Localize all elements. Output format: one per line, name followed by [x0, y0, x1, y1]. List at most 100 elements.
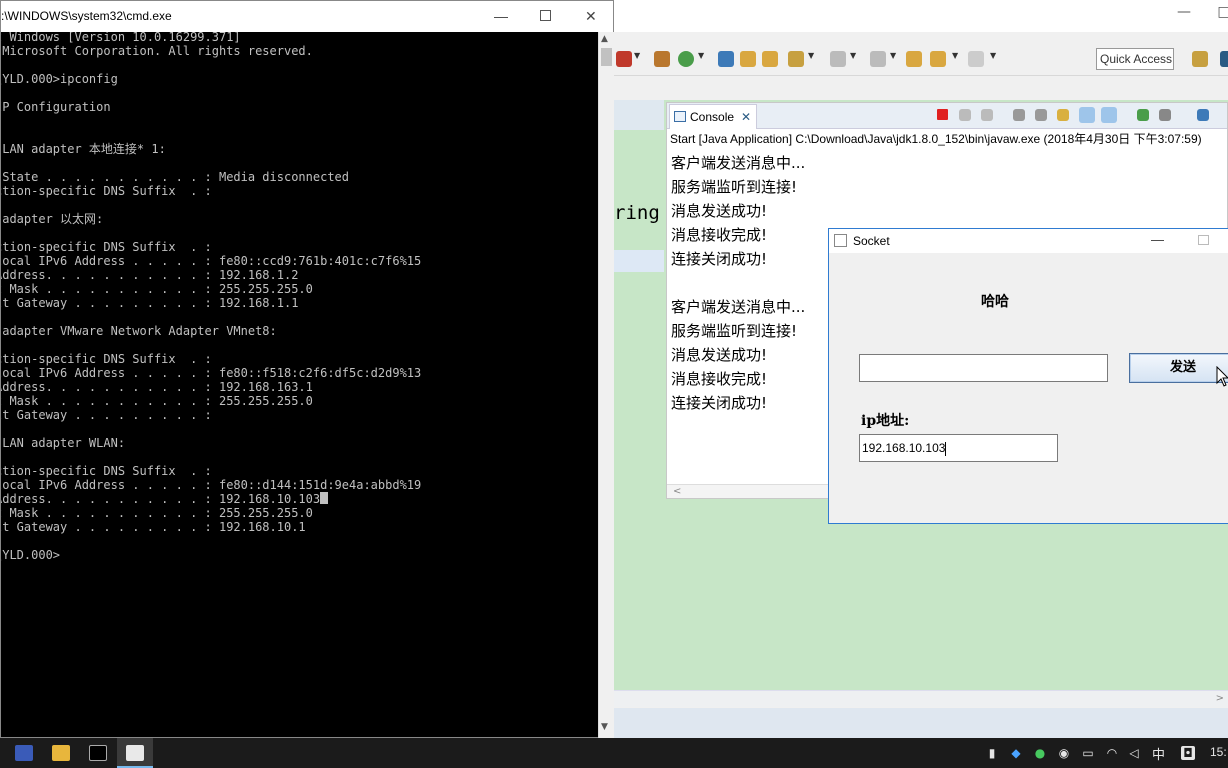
taskbar-java-app[interactable]: [117, 738, 153, 768]
java-perspective-icon[interactable]: [1220, 51, 1228, 67]
chevron-down-icon[interactable]: ▼: [634, 51, 640, 60]
cmd-output-line: adapter VMware Network Adapter VMnet8:: [1, 324, 277, 338]
shield-icon[interactable]: ◆: [1009, 746, 1023, 760]
taskbar-clock[interactable]: 15:: [1210, 745, 1227, 759]
open-console-icon[interactable]: [1197, 109, 1209, 121]
scroll-up-icon[interactable]: ▲: [601, 34, 608, 44]
open-folder-icon[interactable]: [762, 51, 778, 67]
cmd-console-area[interactable]: t Windows [Version 10.0.16299.371] Micro…: [1, 32, 598, 738]
scroll-thumb[interactable]: [601, 48, 612, 66]
console-output-line: 客户端发送消息中...: [671, 298, 806, 316]
cmd-output-line: adapter 以太网:: [1, 212, 104, 226]
forward-arrow-icon[interactable]: [968, 51, 984, 67]
cmd-output-line: \YLD.000>ipconfig: [1, 72, 118, 86]
cmd-vertical-scrollbar[interactable]: ▲ ▼: [598, 32, 614, 738]
quick-access-input[interactable]: Quick Access: [1096, 48, 1174, 70]
chevron-down-icon[interactable]: ▼: [850, 51, 856, 60]
last-edit-icon[interactable]: [906, 51, 922, 67]
socket-heading-label: 哈哈: [981, 294, 1009, 310]
tab-console[interactable]: Console ✕: [669, 104, 757, 129]
cmd-output-line: [1, 226, 421, 240]
show-on-stdout-icon[interactable]: [1079, 107, 1095, 123]
cmd-output-line: ction-specific DNS Suffix . :: [1, 184, 212, 198]
word-wrap-icon[interactable]: [1057, 109, 1069, 121]
new-class-icon[interactable]: [678, 51, 694, 67]
scroll-down-icon[interactable]: ▼: [601, 722, 608, 732]
chevron-down-icon[interactable]: ▼: [698, 51, 704, 60]
volume-icon[interactable]: ◁: [1127, 746, 1141, 760]
run-config-icon[interactable]: [616, 51, 632, 67]
console-output-line: 连接关闭成功!: [671, 394, 768, 412]
cmd-output-line: Address. . . . . . . . . . . : 192.168.1…: [1, 268, 299, 282]
console-output-line: 消息接收完成!: [671, 370, 768, 388]
search-icon[interactable]: [788, 51, 804, 67]
console-launch-description: Start [Java Application] C:\Download\Jav…: [670, 132, 1202, 146]
cmd-output-line: [1, 310, 421, 324]
taskbar-app-me[interactable]: [6, 738, 42, 768]
qq-icon[interactable]: ◉: [1057, 746, 1071, 760]
back-arrow-icon[interactable]: [930, 51, 946, 67]
socket-titlebar: Socket —: [829, 229, 1228, 253]
eclipse-maximize-button[interactable]: □: [1210, 2, 1228, 22]
cmd-minimize-button[interactable]: —: [494, 1, 508, 31]
terminate-icon[interactable]: [937, 109, 948, 120]
chevron-down-icon[interactable]: ▼: [808, 51, 814, 60]
cmd-output-line: local IPv6 Address . . . . . : fe80::d14…: [1, 478, 422, 492]
open-perspective-icon[interactable]: [1192, 51, 1208, 67]
cmd-output-line: LAN adapter WLAN:: [1, 436, 126, 450]
remove-launch-icon[interactable]: [959, 109, 971, 121]
cmd-output-line: ction-specific DNS Suffix . :: [1, 352, 212, 366]
socket-minimize-button[interactable]: —: [1151, 229, 1164, 251]
next-annotation-icon[interactable]: [830, 51, 846, 67]
console-output-line: 客户端发送消息中...: [671, 154, 806, 172]
socket-maximize-button[interactable]: [1198, 235, 1209, 245]
clear-console-icon[interactable]: [1013, 109, 1025, 121]
scroll-lock-icon[interactable]: [1035, 109, 1047, 121]
send-button[interactable]: 发送: [1129, 353, 1228, 383]
console-output-line: 连接关闭成功!: [671, 250, 768, 268]
wifi-icon[interactable]: ◠: [1105, 746, 1119, 760]
eclipse-status-bar: [614, 708, 1228, 738]
cmd-output-line: Address. . . . . . . . . . . : 192.168.1…: [1, 492, 421, 506]
ip-address-input[interactable]: 192.168.10.103: [859, 434, 1058, 462]
cmd-output-line: t Windows [Version 10.0.16299.371]: [1, 32, 241, 44]
tray-desktop-icon[interactable]: ▮: [985, 746, 999, 760]
java-icon: [834, 234, 847, 247]
eclipse-minimize-button[interactable]: —: [1170, 2, 1198, 22]
console-output-line: 服务端监听到连接!: [671, 178, 798, 196]
new-package-icon[interactable]: [654, 51, 670, 67]
close-icon[interactable]: ✕: [741, 105, 751, 129]
console-output: 客户端发送消息中... 服务端监听到连接! 消息发送成功! 消息接收完成! 连接关闭成功…: [671, 151, 805, 415]
open-task-icon[interactable]: [740, 51, 756, 67]
chevron-down-icon[interactable]: ▼: [890, 51, 896, 60]
pin-console-icon[interactable]: [1137, 109, 1149, 121]
ime-mode-icon[interactable]: ◘: [1181, 746, 1195, 760]
cmd-maximize-button[interactable]: [540, 10, 551, 21]
cmd-output-line: lt Gateway . . . . . . . . . : 192.168.1…: [1, 296, 299, 310]
cmd-close-button[interactable]: ✕: [585, 1, 597, 31]
prev-annotation-icon[interactable]: [870, 51, 886, 67]
battery-icon[interactable]: ▭: [1081, 746, 1095, 760]
cmd-output-line: [1, 114, 421, 128]
taskbar-file-explorer[interactable]: [43, 738, 79, 768]
cmd-output-line: [1, 128, 421, 142]
taskbar-cmd[interactable]: [80, 738, 116, 768]
message-input[interactable]: [859, 354, 1108, 382]
input-method-indicator[interactable]: 中: [1152, 744, 1165, 763]
editor-horizontal-scrollbar[interactable]: >: [614, 690, 1228, 707]
editor-current-line: [614, 250, 664, 272]
chevron-down-icon[interactable]: ▼: [952, 51, 958, 60]
show-on-stderr-icon[interactable]: [1101, 107, 1117, 123]
cmd-window-title: :\WINDOWS\system32\cmd.exe: [1, 9, 172, 23]
socket-window: Socket — 哈哈 发送 ip地址: 192.168.10.103: [828, 228, 1228, 524]
open-type-icon[interactable]: [718, 51, 734, 67]
remove-all-icon[interactable]: [981, 109, 993, 121]
cmd-output-line: lt Gateway . . . . . . . . . :: [1, 408, 212, 422]
display-console-icon[interactable]: [1159, 109, 1171, 121]
console-output-line: 服务端监听到连接!: [671, 322, 798, 340]
ip-address-label: ip地址:: [861, 413, 910, 429]
cmd-output-line: local IPv6 Address . . . . . : fe80::f51…: [1, 366, 422, 380]
wechat-icon[interactable]: ●: [1033, 746, 1047, 760]
chevron-down-icon[interactable]: ▼: [990, 51, 996, 60]
